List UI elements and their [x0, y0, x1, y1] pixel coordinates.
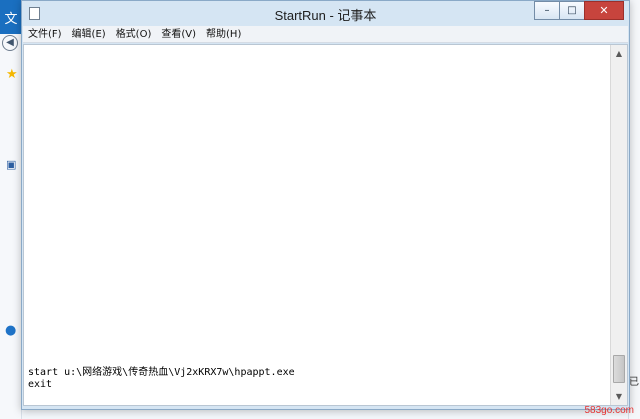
favorites-star-icon: ★ — [6, 67, 18, 82]
network-icon: ● — [5, 323, 17, 338]
notepad-window: StartRun - 记事本 – □ ✕ 文件(F) 编辑(E) 格式(O) 查… — [21, 0, 630, 410]
vertical-scrollbar[interactable]: ▲ ▼ — [610, 45, 627, 405]
menu-bar: 文件(F) 编辑(E) 格式(O) 查看(V) 帮助(H) — [23, 26, 628, 43]
menu-file[interactable]: 文件(F) — [28, 26, 62, 43]
menu-help[interactable]: 帮助(H) — [206, 26, 241, 43]
back-icon[interactable]: ◀ — [2, 35, 18, 51]
editor-line: exit — [28, 379, 53, 390]
watermark-prefix: 583go. — [584, 405, 616, 416]
editor-line: start u:\网络游戏\传奇热血\Vj2xKRX7w\hpappt.exe — [28, 367, 295, 378]
site-watermark: 583go.com — [585, 405, 635, 416]
close-button[interactable]: ✕ — [584, 1, 624, 20]
window-controls: – □ ✕ — [534, 1, 624, 20]
maximize-button[interactable]: □ — [559, 1, 585, 20]
editor-text[interactable]: start u:\网络游戏\传奇热血\Vj2xKRX7w\hpappt.exe … — [28, 367, 608, 401]
minimize-button[interactable]: – — [534, 1, 560, 20]
text-editor[interactable]: start u:\网络游戏\传奇热血\Vj2xKRX7w\hpappt.exe … — [23, 44, 628, 406]
scroll-up-icon[interactable]: ▲ — [612, 46, 626, 61]
window-titlebar[interactable]: StartRun - 记事本 – □ ✕ — [22, 1, 629, 26]
menu-view[interactable]: 查看(V) — [161, 26, 196, 43]
computer-icon: ▣ — [6, 158, 17, 171]
background-left-panel: 文 ◀ ★ ▣ ● — [0, 0, 22, 419]
watermark-suffix: com — [615, 405, 634, 416]
background-file-menu: 文 — [0, 0, 22, 34]
scrollbar-thumb[interactable] — [613, 355, 625, 383]
menu-format[interactable]: 格式(O) — [116, 26, 152, 43]
background-right-text: 已 — [629, 377, 639, 388]
scroll-down-icon[interactable]: ▼ — [612, 389, 626, 404]
menu-edit[interactable]: 编辑(E) — [72, 26, 106, 43]
